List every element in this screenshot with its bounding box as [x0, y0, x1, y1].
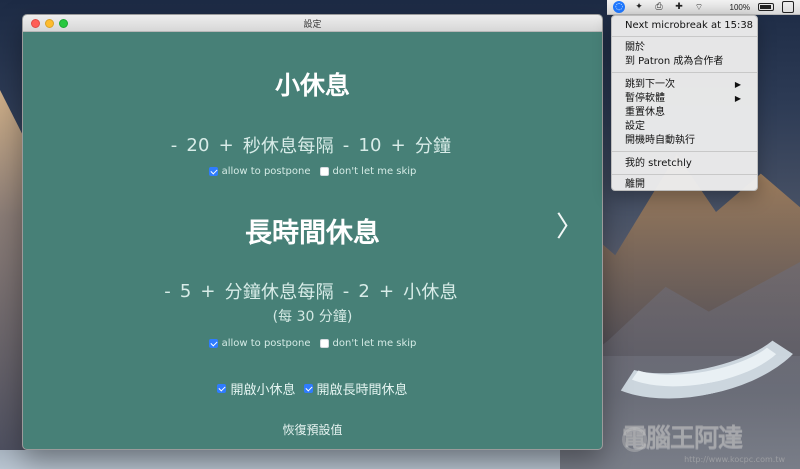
microbreak-interval-increase-button[interactable]: + [391, 135, 406, 156]
printer-icon[interactable]: ⎙ [653, 1, 665, 13]
menu-item-quit[interactable]: 離開 [625, 178, 749, 191]
menu-item-my-stretchly[interactable]: 我的 stretchly [625, 157, 749, 170]
long-break-allow-postpone-option[interactable]: allow to postpone [208, 338, 311, 349]
stretchly-menu-icon[interactable]: ◌ [613, 1, 625, 13]
long-break-allow-postpone-label: allow to postpone [221, 338, 311, 349]
enable-microbreak-option[interactable]: 開啟小休息 [217, 379, 296, 398]
microbreak-timing-row: - 20 + 秒休息每隔 - 10 + 分鐘 [23, 132, 602, 158]
menu-item-patron[interactable]: 到 Patron 成為合作者 [625, 55, 749, 68]
long-break-options-row: allow to postpone don't let me skip [23, 338, 602, 349]
long-break-duration-increase-button[interactable]: + [200, 281, 215, 302]
submenu-arrow-icon: ▶ [734, 80, 741, 89]
enable-long-break-option[interactable]: 開啟長時間休息 [303, 379, 408, 398]
window-titlebar: 設定 [23, 15, 602, 32]
microbreak-options-row: allow to postpone don't let me skip [23, 166, 602, 177]
microbreak-skip-label: don't let me skip [332, 166, 417, 177]
watermark-text: 電腦王阿達 [622, 423, 743, 452]
long-break-timing-row: - 5 + 分鐘休息每隔 - 2 + 小休息 [23, 278, 602, 304]
restore-defaults-link[interactable]: 恢復預設值 [23, 421, 602, 438]
menu-item-pause[interactable]: 暫停軟體 ▶ [625, 92, 749, 105]
user-icon[interactable] [782, 1, 794, 13]
settings-window: 設定 小休息 - 20 + 秒休息每隔 - 10 + 分鐘 allow to p… [22, 14, 603, 450]
menu-bar: ◌ ✦ ⎙ ✚ ⌔ 100% [607, 0, 800, 15]
long-break-interval-value: 2 [358, 280, 371, 302]
microbreak-duration-increase-button[interactable]: + [219, 135, 234, 156]
microbreak-skip-checkbox[interactable] [319, 167, 329, 176]
background-glacier-highlight [604, 288, 796, 400]
plus-icon[interactable]: ✚ [673, 1, 685, 13]
microbreak-interval-value: 10 [358, 134, 382, 156]
microbreak-duration-value: 20 [186, 134, 210, 156]
menu-item-about[interactable]: 關於 [625, 41, 749, 54]
long-break-skip-label: don't let me skip [332, 338, 417, 349]
watermark-url: http://www.kocpc.com.tw [684, 455, 785, 464]
menu-item-label: 跳到下一次 [625, 79, 675, 90]
battery-percentage: 100% [729, 2, 750, 12]
long-break-interval-decrease-button[interactable]: - [343, 281, 350, 302]
enable-breaks-row: 開啟小休息 開啟長時間休息 [23, 379, 602, 398]
magic-wand-icon[interactable]: ✦ [633, 1, 645, 13]
menu-item-settings[interactable]: 設定 [625, 120, 749, 133]
menu-separator [612, 151, 757, 152]
battery-icon [758, 3, 774, 11]
menu-separator [612, 36, 757, 37]
wifi-icon[interactable]: ⌔ [693, 1, 705, 13]
microbreak-title: 小休息 [274, 71, 350, 100]
long-break-interval-summary: (每 30 分鐘) [272, 309, 353, 325]
long-break-skip-checkbox[interactable] [319, 339, 329, 348]
microbreak-allow-postpone-option[interactable]: allow to postpone [208, 166, 311, 177]
microbreak-interval-decrease-button[interactable]: - [343, 135, 350, 156]
long-break-interval-increase-button[interactable]: + [379, 281, 394, 302]
enable-long-break-checkbox[interactable] [303, 384, 313, 393]
long-break-duration-decrease-button[interactable]: - [164, 281, 171, 302]
long-break-duration-unit-label: 分鐘休息每隔 [224, 282, 334, 303]
menu-item-start-at-login[interactable]: 開機時自動執行 [625, 134, 749, 147]
menu-item-next-microbreak[interactable]: Next microbreak at 15:38 [625, 19, 753, 32]
enable-long-break-label: 開啟長時間休息 [316, 383, 408, 398]
microbreak-allow-postpone-label: allow to postpone [221, 166, 311, 177]
long-break-interval-unit-label: 小休息 [403, 282, 458, 303]
enable-microbreak-checkbox[interactable] [217, 384, 227, 393]
stretchly-dropdown-menu: Next microbreak at 15:38 關於 到 Patron 成為合… [611, 15, 758, 191]
enable-microbreak-label: 開啟小休息 [230, 383, 296, 398]
microbreak-interval-unit-label: 分鐘 [414, 136, 452, 157]
long-break-allow-postpone-checkbox[interactable] [208, 339, 218, 348]
microbreak-duration-decrease-button[interactable]: - [171, 135, 178, 156]
menu-separator [612, 72, 757, 73]
microbreak-allow-postpone-checkbox[interactable] [208, 167, 218, 176]
long-break-title: 長時間休息 [245, 218, 380, 249]
menu-separator [612, 174, 757, 175]
microbreak-skip-option[interactable]: don't let me skip [319, 166, 417, 177]
microbreak-duration-unit-label: 秒休息每隔 [242, 136, 334, 157]
next-arrow-icon[interactable]: 〉 [556, 213, 584, 241]
submenu-arrow-icon: ▶ [734, 94, 741, 103]
menu-item-reset-breaks[interactable]: 重置休息 [625, 106, 749, 119]
long-break-skip-option[interactable]: don't let me skip [319, 338, 417, 349]
background-glacier [580, 263, 800, 417]
menu-item-label: 暫停軟體 [625, 93, 665, 104]
long-break-duration-value: 5 [179, 280, 192, 302]
window-title: 設定 [303, 20, 322, 30]
menu-item-skip-next[interactable]: 跳到下一次 ▶ [625, 78, 749, 91]
